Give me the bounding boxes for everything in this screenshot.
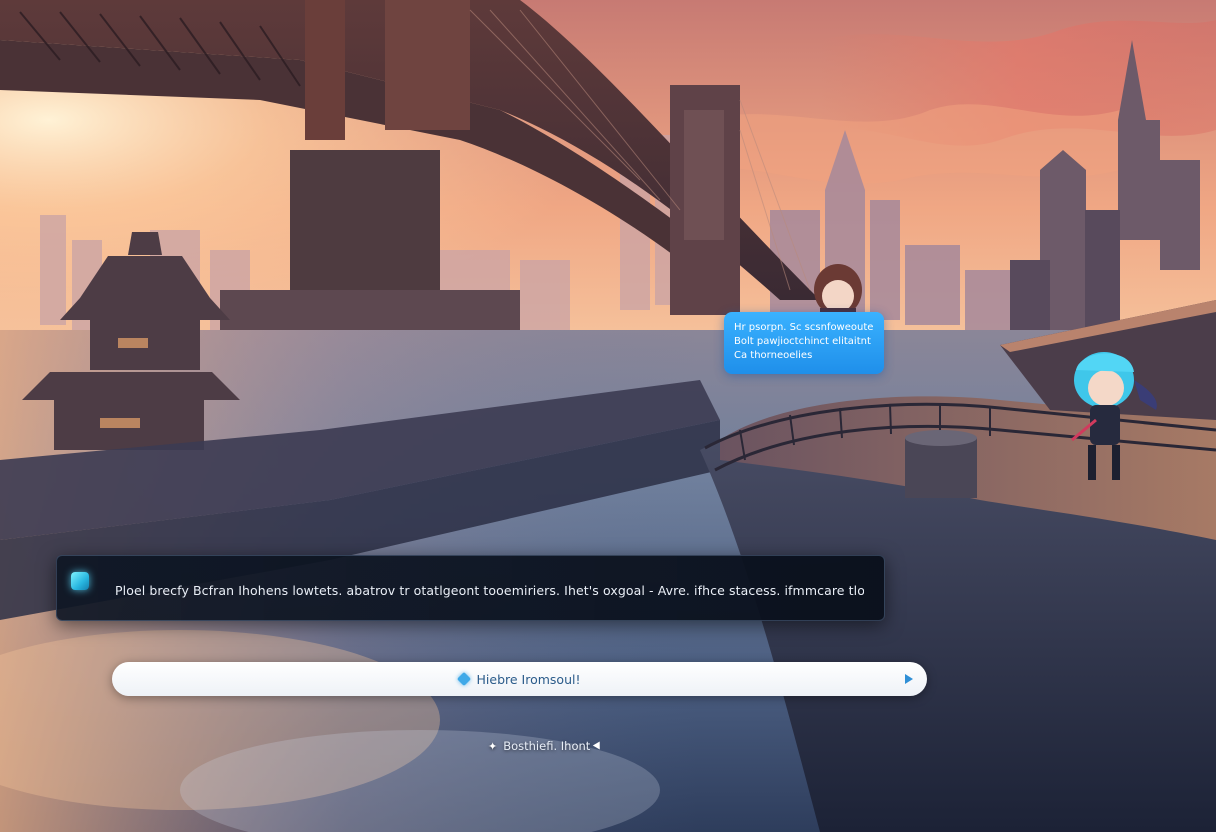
spark-icon (456, 671, 471, 687)
continue-hint-label: Bosthiefi. Ihont (503, 739, 591, 753)
speech-line: Hr psorpn. Sc scsnfoweoute (734, 322, 874, 333)
game-scene: Hr psorpn. Sc scsnfoweoute Bolt pawjioct… (0, 0, 1216, 832)
sparkle-icon: ✦ (488, 739, 498, 753)
continue-hint[interactable]: ✦ Bosthiefi. Ihont (488, 736, 604, 756)
speech-line: Bolt pawjioctchinct elitaitnt (734, 336, 871, 347)
cyan-gem-icon (71, 572, 89, 590)
dialogue-text: Ploel brecfy Bcfran Ihohens lowtets. aba… (115, 582, 864, 598)
speech-line: Ca thorneoelies (734, 350, 813, 361)
city-bridge-background (0, 0, 1216, 832)
pointer-icon (593, 740, 604, 752)
npc-speech-bubble[interactable]: Hr psorpn. Sc scsnfoweoute Bolt pawjioct… (724, 312, 884, 374)
dialogue-box[interactable]: Ploel brecfy Bcfran Ihohens lowtets. aba… (56, 555, 885, 621)
reply-input[interactable]: Hiebre Iromsoul! (112, 662, 927, 696)
reply-input-label: Hiebre Iromsoul! (476, 671, 581, 687)
send-arrow-icon[interactable] (905, 674, 913, 684)
